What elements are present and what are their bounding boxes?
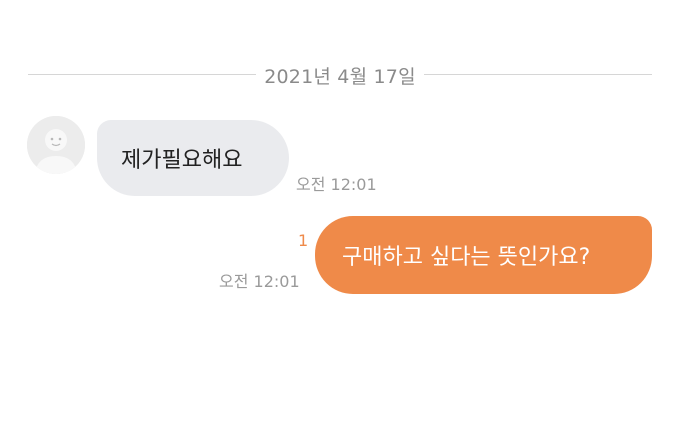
outgoing-message-time: 오전 12:01 [219, 272, 300, 291]
outgoing-message-text: 구매하고 싶다는 뜻인가요? [342, 245, 591, 270]
date-divider-label: 2021년 4월 17일 [264, 66, 416, 88]
outgoing-message-bubble[interactable]: 구매하고 싶다는 뜻인가요? [315, 216, 652, 294]
incoming-message-time: 오전 12:01 [296, 175, 377, 194]
unread-count: 1 [298, 231, 309, 250]
date-divider: 2021년 4월 17일 [28, 60, 652, 90]
date-divider-line-right [424, 74, 652, 75]
default-profile-avatar-icon [27, 116, 85, 174]
incoming-message-text: 제가필요해요 [121, 148, 243, 173]
sender-avatar[interactable] [27, 116, 85, 174]
incoming-message-bubble[interactable]: 제가필요해요 [97, 120, 289, 196]
